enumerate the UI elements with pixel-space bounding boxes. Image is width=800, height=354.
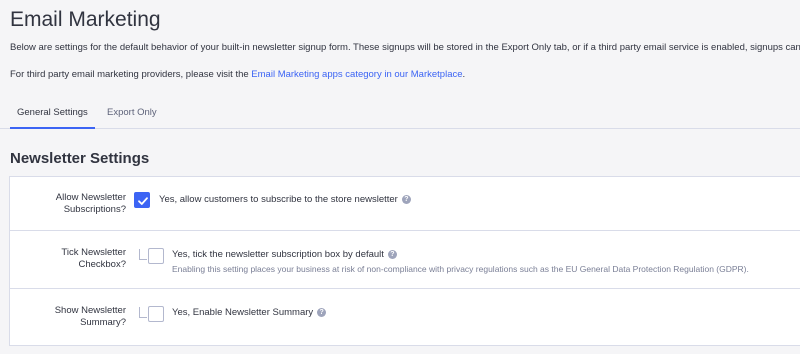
- help-icon[interactable]: ?: [317, 307, 327, 317]
- marketplace-note: For third party email marketing provider…: [10, 69, 465, 80]
- marketplace-link[interactable]: Email Marketing apps category in our Mar…: [251, 69, 462, 80]
- section-title: Newsletter Settings: [10, 150, 150, 167]
- setting-option-label: Yes, Enable Newsletter Summary: [172, 307, 314, 318]
- setting-option: Yes, Enable Newsletter Summary?: [172, 307, 327, 318]
- tick-newsletter-checkbox[interactable]: [148, 248, 164, 264]
- setting-label: Tick Newsletter Checkbox?: [61, 247, 126, 270]
- tab-export-only[interactable]: Export Only: [107, 107, 157, 127]
- tab-bar: General Settings Export Only: [0, 96, 800, 129]
- marketplace-note-prefix: For third party email marketing provider…: [10, 69, 252, 80]
- marketplace-note-suffix: .: [462, 69, 466, 80]
- setting-option: Yes, tick the newsletter subscription bo…: [172, 249, 397, 260]
- intro-text: Below are settings for the default behav…: [10, 42, 800, 53]
- setting-option-label: Yes, allow customers to subscribe to the…: [159, 194, 398, 205]
- allow-subscriptions-checkbox[interactable]: [134, 192, 150, 208]
- setting-option-label: Yes, tick the newsletter subscription bo…: [172, 249, 384, 260]
- page-title: Email Marketing: [10, 8, 161, 31]
- setting-row-allow-subscriptions: Allow Newsletter Subscriptions? Yes, all…: [10, 177, 800, 230]
- tab-general-settings[interactable]: General Settings: [10, 107, 95, 129]
- setting-option: Yes, allow customers to subscribe to the…: [159, 194, 411, 205]
- gdpr-hint: Enabling this setting places your busine…: [172, 264, 749, 274]
- setting-label: Allow Newsletter Subscriptions?: [55, 192, 126, 215]
- setting-row-tick-checkbox: Tick Newsletter Checkbox? Yes, tick the …: [10, 230, 800, 288]
- help-icon[interactable]: ?: [401, 194, 411, 204]
- show-summary-checkbox[interactable]: [148, 306, 164, 322]
- help-icon[interactable]: ?: [387, 249, 397, 259]
- dependency-connector: [139, 307, 147, 318]
- setting-label: Show Newsletter Summary?: [54, 305, 126, 328]
- setting-row-show-summary: Show Newsletter Summary? Yes, Enable New…: [10, 288, 800, 346]
- dependency-connector: [139, 249, 147, 260]
- checkmark-icon: [138, 197, 148, 205]
- newsletter-settings-card: Allow Newsletter Subscriptions? Yes, all…: [9, 176, 800, 346]
